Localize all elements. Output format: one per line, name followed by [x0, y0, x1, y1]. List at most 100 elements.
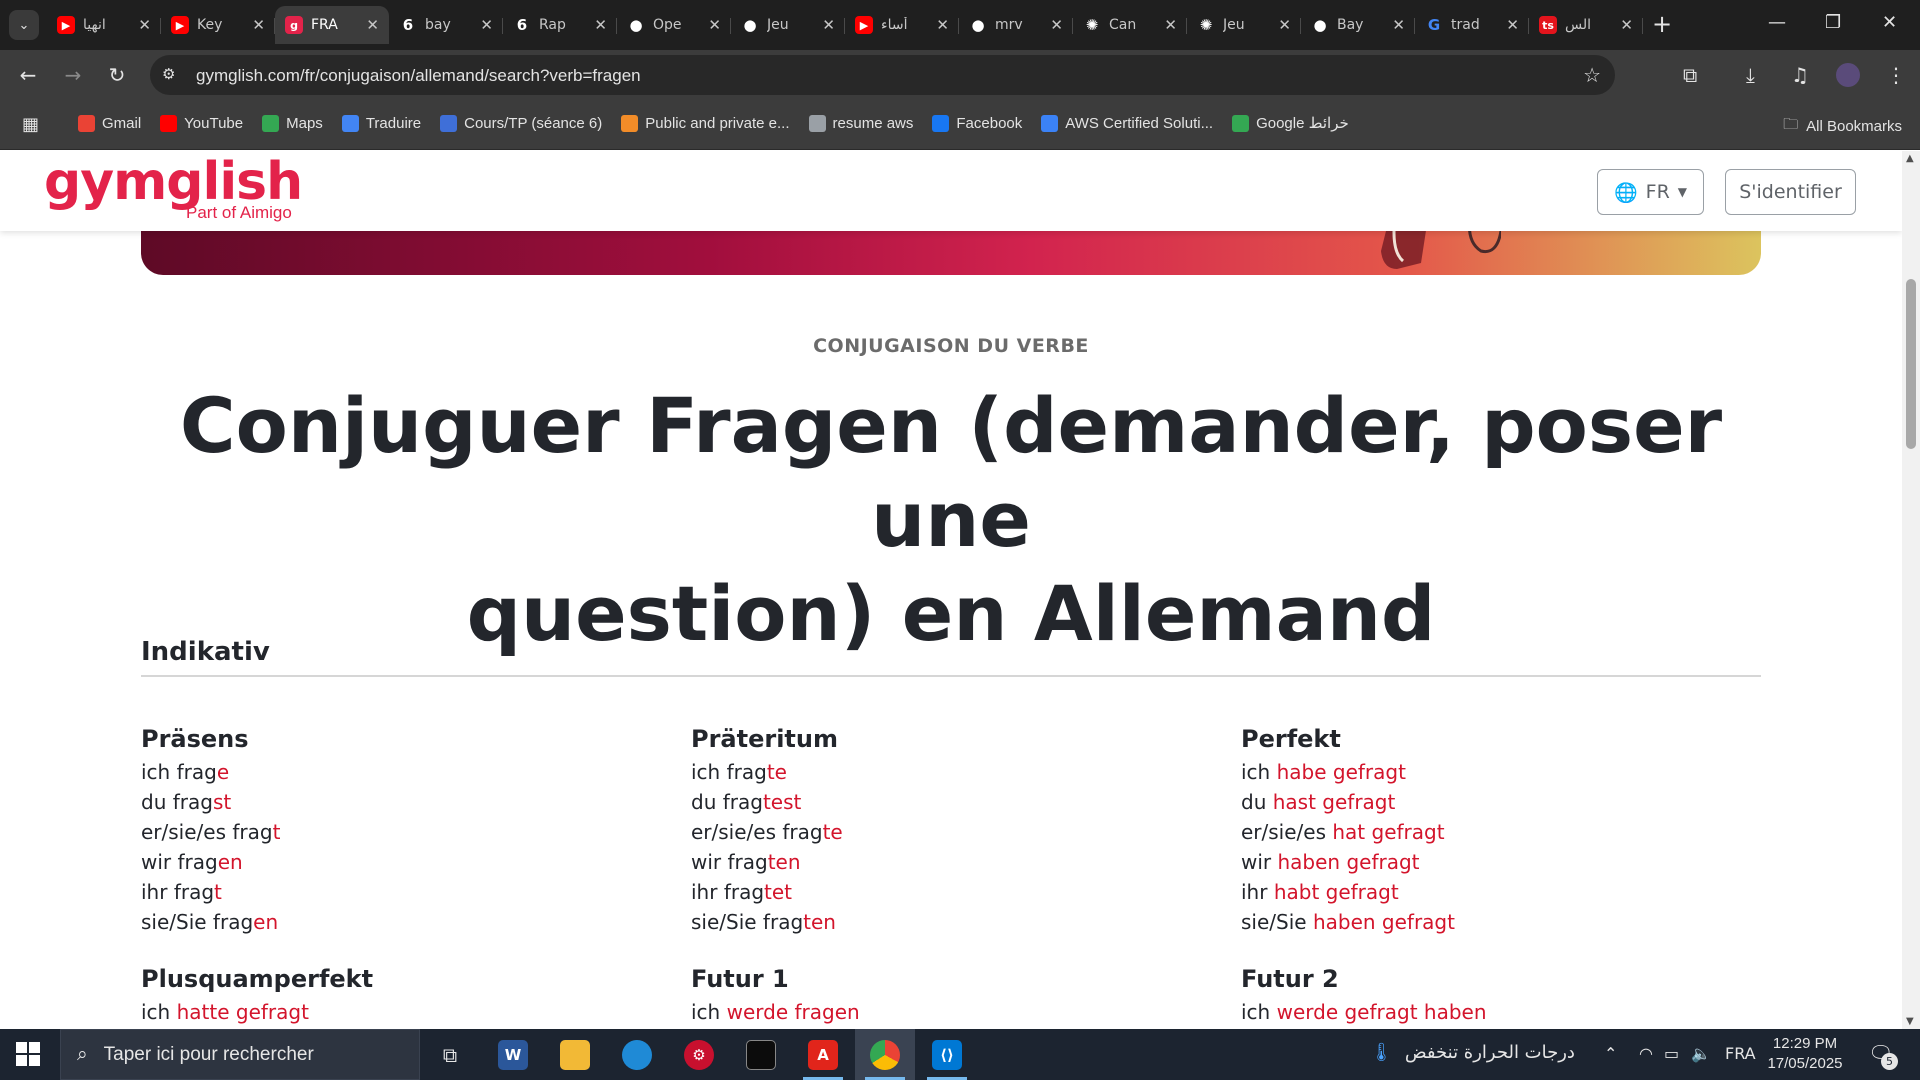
- app-red-icon[interactable]: ⚙: [669, 1029, 729, 1080]
- bookmark-item[interactable]: Facebook: [932, 114, 1022, 132]
- taskbar-search[interactable]: ⌕ Taper ici pour rechercher: [60, 1029, 420, 1080]
- browser-tab[interactable]: ● mrv ✕: [959, 6, 1073, 44]
- notification-count: 5: [1881, 1053, 1898, 1070]
- tab-close-icon[interactable]: ✕: [480, 16, 493, 34]
- site-info-icon[interactable]: ⚙: [162, 65, 175, 83]
- scroll-up-icon[interactable]: ▲: [1906, 153, 1914, 164]
- conjugation-row: ich frage: [141, 757, 661, 787]
- vscode-icon[interactable]: ⟨⟩: [917, 1029, 977, 1080]
- system-clock[interactable]: 12:29 PM 17/05/2025: [1760, 1034, 1850, 1074]
- restore-icon[interactable]: ❐: [1825, 12, 1841, 33]
- bookmark-item[interactable]: AWS Certified Soluti...: [1041, 114, 1213, 132]
- task-view-icon[interactable]: ⧉: [420, 1029, 480, 1080]
- media-control-icon[interactable]: ♫: [1791, 63, 1809, 87]
- language-selector[interactable]: 🌐 FR ▼: [1597, 169, 1704, 215]
- bookmark-item[interactable]: YouTube: [160, 114, 243, 132]
- back-icon[interactable]: ←: [15, 62, 41, 88]
- tab-close-icon[interactable]: ✕: [252, 16, 265, 34]
- word-icon[interactable]: W: [483, 1029, 543, 1080]
- tab-search-icon[interactable]: ⌄: [9, 10, 39, 40]
- url-text[interactable]: gymglish.com/fr/conjugaison/allemand/sea…: [196, 66, 641, 86]
- github-icon: ●: [1313, 16, 1327, 34]
- browser-tab[interactable]: ✺ Jeu ✕: [1187, 6, 1301, 44]
- site-header: gymglish Part of Aimigo 🌐 FR ▼ S'identif…: [0, 151, 1902, 231]
- file-explorer-icon[interactable]: [545, 1029, 605, 1080]
- browser-tab[interactable]: ● Ope ✕: [617, 6, 731, 44]
- all-bookmarks-button[interactable]: 🗀 All Bookmarks: [1783, 114, 1902, 139]
- browser-tab[interactable]: ● Bay ✕: [1301, 6, 1415, 44]
- wifi-icon[interactable]: ◠: [1639, 1044, 1653, 1063]
- tab-close-icon[interactable]: ✕: [708, 16, 721, 34]
- weather-widget[interactable]: 🌡 درجات الحرارة تنخفض: [1370, 1042, 1575, 1063]
- conjugation-row: sie/Sie haben gefragt: [1241, 907, 1761, 937]
- browser-tab[interactable]: 6 Rap ✕: [503, 6, 617, 44]
- tab-close-icon[interactable]: ✕: [1278, 16, 1291, 34]
- conjugation-stem: wir frag: [141, 850, 218, 874]
- bookmark-star-icon[interactable]: ☆: [1583, 63, 1601, 87]
- conjugation-ending: t: [214, 880, 222, 904]
- bookmark-item[interactable]: resume aws: [808, 114, 913, 132]
- gymglish-logo[interactable]: gymglish Part of Aimigo: [44, 156, 303, 222]
- tab-close-icon[interactable]: ✕: [1050, 16, 1063, 34]
- close-window-icon[interactable]: ✕: [1882, 12, 1897, 33]
- bookmark-label: Traduire: [365, 114, 422, 132]
- edge-icon[interactable]: [607, 1029, 667, 1080]
- acrobat-icon[interactable]: A: [793, 1029, 853, 1080]
- scrollbar-thumb[interactable]: [1906, 279, 1916, 449]
- bookmark-item[interactable]: Maps: [262, 114, 323, 132]
- chrome-icon[interactable]: [855, 1029, 915, 1080]
- browser-tab[interactable]: ● Jeu ✕: [731, 6, 845, 44]
- tense-name: Präsens: [141, 725, 249, 753]
- tab-close-icon[interactable]: ✕: [1506, 16, 1519, 34]
- browser-tab[interactable]: g FRA ✕: [275, 6, 389, 44]
- tab-close-icon[interactable]: ✕: [1164, 16, 1177, 34]
- tab-close-icon[interactable]: ✕: [138, 16, 151, 34]
- minimize-icon[interactable]: —: [1768, 12, 1786, 33]
- download-icon[interactable]: ⤓: [1746, 63, 1755, 87]
- tab-close-icon[interactable]: ✕: [822, 16, 835, 34]
- bookmark-item[interactable]: Public and private e...: [621, 114, 790, 132]
- browser-tab[interactable]: Gtrad ✕: [1415, 6, 1529, 44]
- extensions-puzzle-icon[interactable]: ⧉: [1683, 63, 1697, 87]
- browser-tab[interactable]: 6 bay ✕: [389, 6, 503, 44]
- browser-tab[interactable]: ✺ Can ✕: [1073, 6, 1187, 44]
- bookmark-item[interactable]: Gmail: [78, 114, 141, 132]
- browser-tab[interactable]: ▶ أساء ✕: [845, 6, 959, 44]
- windows-start-icon[interactable]: [16, 1042, 40, 1066]
- conjugation-ending: hat gefragt: [1332, 820, 1445, 844]
- new-tab-icon[interactable]: +: [1652, 12, 1672, 36]
- address-bar[interactable]: ⚙ gymglish.com/fr/conjugaison/allemand/s…: [150, 55, 1615, 95]
- browser-tab[interactable]: ts الس ✕: [1529, 6, 1643, 44]
- bookmark-item[interactable]: Google خرائط: [1232, 114, 1349, 132]
- tab-close-icon[interactable]: ✕: [936, 16, 949, 34]
- tab-title: FRA: [311, 17, 338, 33]
- browser-tab[interactable]: ▶ انهيا ✕: [47, 6, 161, 44]
- browser-tab[interactable]: ▶ Key ✕: [161, 6, 275, 44]
- bookmark-item[interactable]: Traduire: [341, 114, 422, 132]
- volume-icon[interactable]: 🔈: [1691, 1044, 1711, 1063]
- apps-grid-icon[interactable]: ▦: [22, 114, 39, 135]
- tab-close-icon[interactable]: ✕: [366, 16, 379, 34]
- tab-close-icon[interactable]: ✕: [594, 16, 607, 34]
- login-button[interactable]: S'identifier: [1725, 169, 1856, 215]
- battery-icon[interactable]: ▭: [1664, 1044, 1679, 1063]
- menu-kebab-icon[interactable]: ⋮: [1886, 63, 1906, 87]
- notification-icon[interactable]: 🗨 5: [1868, 1041, 1898, 1070]
- conjugation-row: er/sie/es hat gefragt: [1241, 817, 1761, 847]
- conjugation-stem: ich: [691, 1000, 727, 1024]
- input-language[interactable]: FRA: [1725, 1044, 1756, 1063]
- bookmarks-bar: ▦ Gmail YouTube Maps Traduire Cours/TP (séan…: [0, 100, 1920, 150]
- conjugation-row: ich werde fragen: [691, 997, 1211, 1027]
- page-scrollbar[interactable]: ▲ ▼: [1902, 151, 1920, 1029]
- scroll-down-icon[interactable]: ▼: [1906, 1016, 1914, 1027]
- reload-icon[interactable]: ↻: [104, 62, 130, 88]
- bookmark-label: Facebook: [956, 114, 1023, 132]
- page-eyebrow: CONJUGAISON DU VERBE: [813, 335, 1089, 357]
- tab-close-icon[interactable]: ✕: [1620, 16, 1633, 34]
- terminal-icon[interactable]: [731, 1029, 791, 1080]
- tab-close-icon[interactable]: ✕: [1392, 16, 1405, 34]
- tray-chevron-icon[interactable]: ⌃: [1604, 1044, 1617, 1063]
- bookmark-item[interactable]: Cours/TP (séance 6): [440, 114, 602, 132]
- forward-icon[interactable]: →: [60, 62, 86, 88]
- profile-avatar[interactable]: [1836, 63, 1860, 87]
